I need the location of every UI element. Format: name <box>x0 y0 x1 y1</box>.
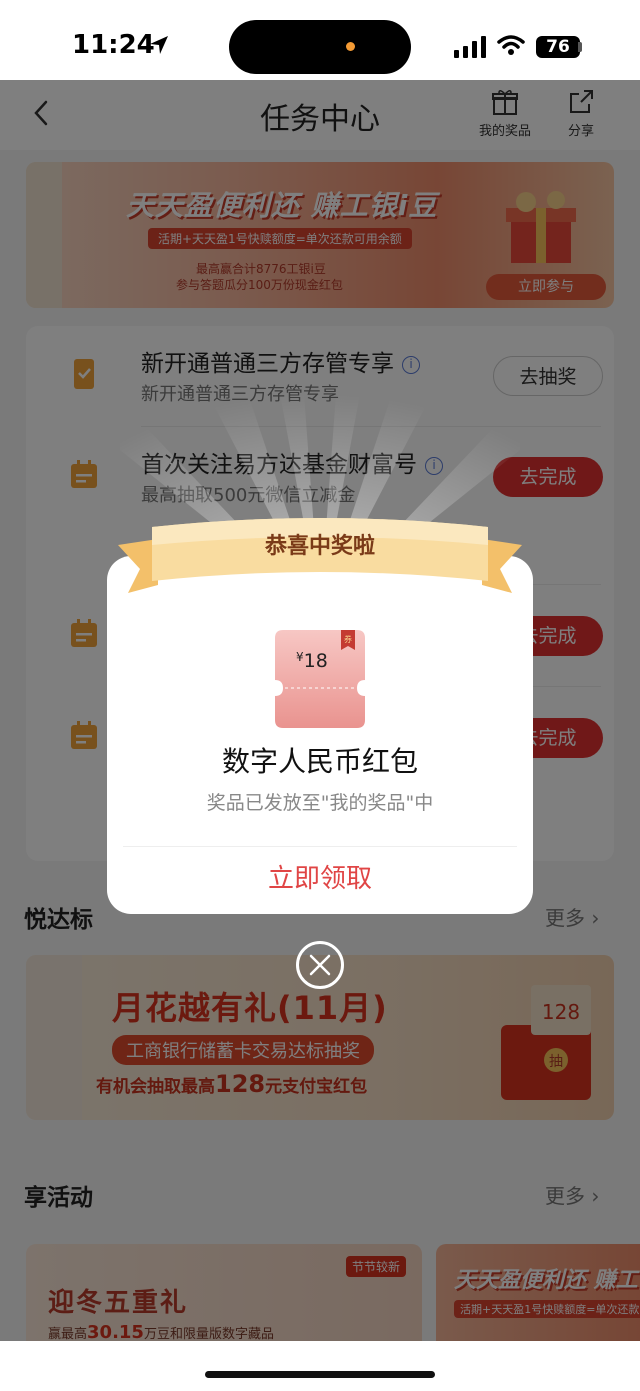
claim-now-button[interactable]: 立即领取 <box>107 848 533 910</box>
currency-symbol: ¥ <box>296 650 304 664</box>
privacy-indicator-dot <box>346 42 355 51</box>
modal-divider <box>123 846 517 847</box>
wifi-icon <box>497 35 525 55</box>
close-icon <box>309 954 331 976</box>
battery-tip <box>578 42 582 52</box>
dynamic-island <box>229 20 411 74</box>
cellular-signal-icon <box>454 36 486 58</box>
close-modal-button[interactable] <box>296 941 344 989</box>
red-packet-coupon-icon: 券 <box>275 630 365 728</box>
location-arrow-icon <box>150 36 168 54</box>
home-indicator[interactable] <box>205 1371 435 1378</box>
prize-description: 奖品已发放至"我的奖品"中 <box>206 792 434 814</box>
coupon-tag: 券 <box>344 634 352 644</box>
amount-value: 18 <box>303 650 328 672</box>
prize-name: 数字人民币红包 <box>221 745 418 778</box>
congrats-title: 恭喜中奖啦 <box>264 534 375 559</box>
status-time: 11:24 <box>72 30 155 60</box>
coupon-amount: ¥18 <box>296 650 328 672</box>
home-indicator-area <box>0 1341 640 1391</box>
battery-level: 76 <box>536 36 580 58</box>
